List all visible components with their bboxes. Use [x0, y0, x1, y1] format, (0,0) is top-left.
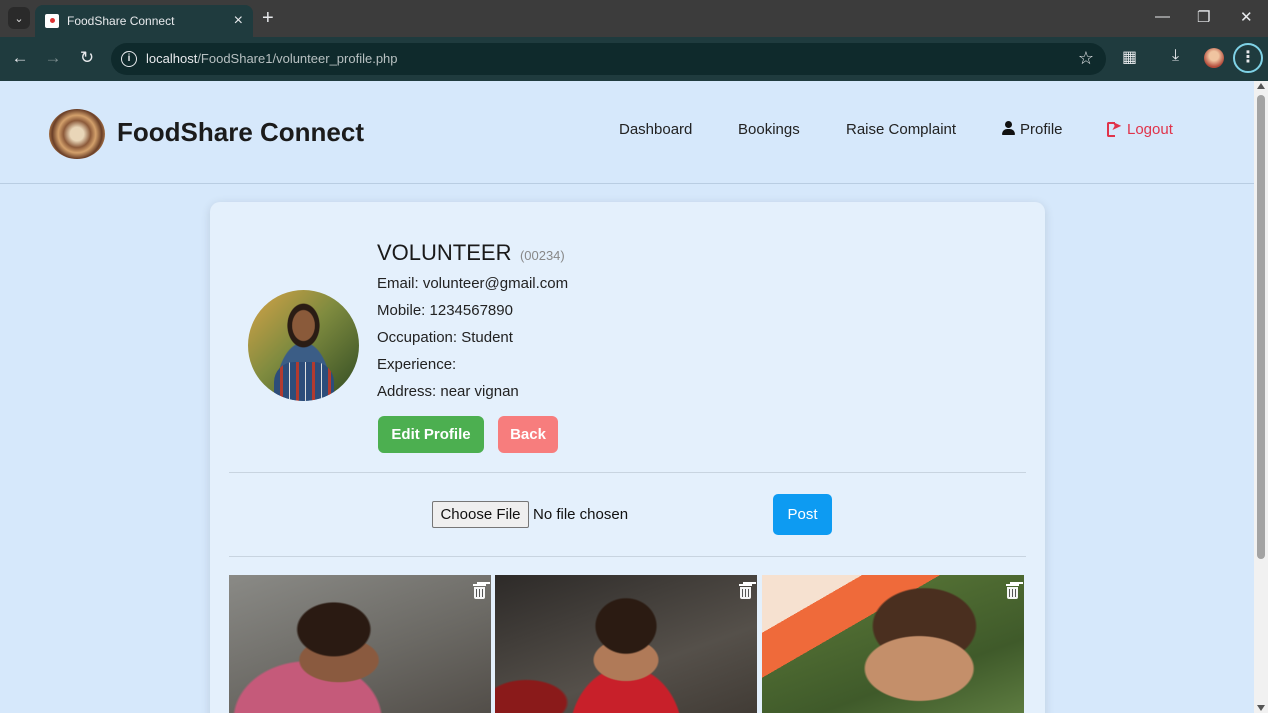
- profile-email: Email: volunteer@gmail.com: [377, 275, 569, 292]
- post-gallery: [229, 575, 1026, 713]
- tab-close-icon[interactable]: ×: [234, 13, 243, 29]
- restore-icon[interactable]: ❐: [1197, 8, 1210, 26]
- nav-profile[interactable]: Profile: [1002, 121, 1063, 138]
- browser-menu-icon[interactable]: ⋮: [1233, 43, 1263, 73]
- choose-file-button[interactable]: Choose File: [432, 501, 529, 528]
- new-tab-icon[interactable]: +: [262, 8, 274, 28]
- minimize-icon[interactable]: —: [1155, 8, 1170, 25]
- gallery-photo: [495, 575, 757, 713]
- edit-profile-button[interactable]: Edit Profile: [378, 416, 484, 453]
- url-host: localhost: [146, 51, 198, 66]
- nav-logout[interactable]: Logout: [1107, 118, 1173, 138]
- trash-icon[interactable]: [739, 583, 752, 599]
- reload-icon[interactable]: ↻: [77, 48, 97, 68]
- favicon-icon: [45, 14, 59, 28]
- divider: [229, 556, 1026, 557]
- download-icon[interactable]: ⤓: [1172, 47, 1179, 65]
- page: FoodShare Connect Dashboard Bookings Rai…: [0, 81, 1254, 713]
- forward-arrow-icon[interactable]: →: [43, 48, 63, 68]
- gallery-photo: [229, 575, 491, 713]
- foodshare-logo: [49, 109, 105, 159]
- browser-toolbar: ← → ↻ i localhost/FoodShare1/volunteer_p…: [0, 37, 1268, 81]
- nav-bookings[interactable]: Bookings: [738, 121, 800, 138]
- back-arrow-icon[interactable]: ←: [10, 48, 30, 68]
- profile-occupation: Occupation: Student: [377, 329, 513, 346]
- nav-profile-label: Profile: [1020, 121, 1063, 138]
- scroll-thumb[interactable]: [1257, 95, 1265, 559]
- profile-name-row: VOLUNTEER (00234): [377, 240, 565, 266]
- tab-title: FoodShare Connect: [67, 14, 175, 28]
- gallery-photo: [762, 575, 1024, 713]
- brand-title: FoodShare Connect: [117, 117, 365, 147]
- trash-icon[interactable]: [473, 583, 486, 599]
- extensions-icon[interactable]: ▦: [1122, 47, 1137, 67]
- profile-card: VOLUNTEER (00234) Email: volunteer@gmail…: [210, 202, 1045, 713]
- url-path: /FoodShare1/volunteer_profile.php: [197, 51, 398, 66]
- post-button[interactable]: Post: [773, 494, 832, 535]
- page-scrollbar[interactable]: [1254, 81, 1268, 713]
- nav-dashboard[interactable]: Dashboard: [619, 121, 692, 138]
- address-bar[interactable]: i localhost/FoodShare1/volunteer_profile…: [111, 43, 1106, 75]
- site-info-icon[interactable]: i: [121, 51, 137, 67]
- site-header: FoodShare Connect Dashboard Bookings Rai…: [0, 81, 1254, 184]
- sign-out-icon: [1107, 118, 1122, 137]
- url-text[interactable]: localhost/FoodShare1/volunteer_profile.p…: [146, 51, 398, 66]
- tab-search-icon[interactable]: ⌄: [8, 7, 30, 29]
- profile-name: VOLUNTEER: [377, 240, 512, 265]
- profile-experience: Experience:: [377, 356, 457, 373]
- bookmark-star-icon[interactable]: ☆: [1078, 48, 1094, 69]
- close-window-icon[interactable]: ✕: [1240, 8, 1253, 26]
- divider: [229, 472, 1026, 473]
- user-icon: [1002, 121, 1015, 135]
- browser-profile-avatar[interactable]: [1204, 48, 1224, 68]
- nav-raise-complaint[interactable]: Raise Complaint: [846, 121, 956, 138]
- browser-tab[interactable]: FoodShare Connect ×: [35, 5, 253, 37]
- profile-address: Address: near vignan: [377, 383, 519, 400]
- file-status-text: No file chosen: [533, 506, 629, 523]
- profile-mobile: Mobile: 1234567890: [377, 302, 513, 319]
- profile-id: (00234): [519, 248, 565, 263]
- back-button[interactable]: Back: [498, 416, 558, 453]
- scroll-up-arrow-icon[interactable]: [1257, 83, 1265, 89]
- trash-icon[interactable]: [1006, 583, 1019, 599]
- nav-logout-label: Logout: [1127, 121, 1173, 138]
- scroll-down-arrow-icon[interactable]: [1257, 705, 1265, 711]
- browser-tabbar: ⌄ FoodShare Connect × + — ❐ ✕: [0, 0, 1268, 37]
- profile-photo: [248, 290, 359, 401]
